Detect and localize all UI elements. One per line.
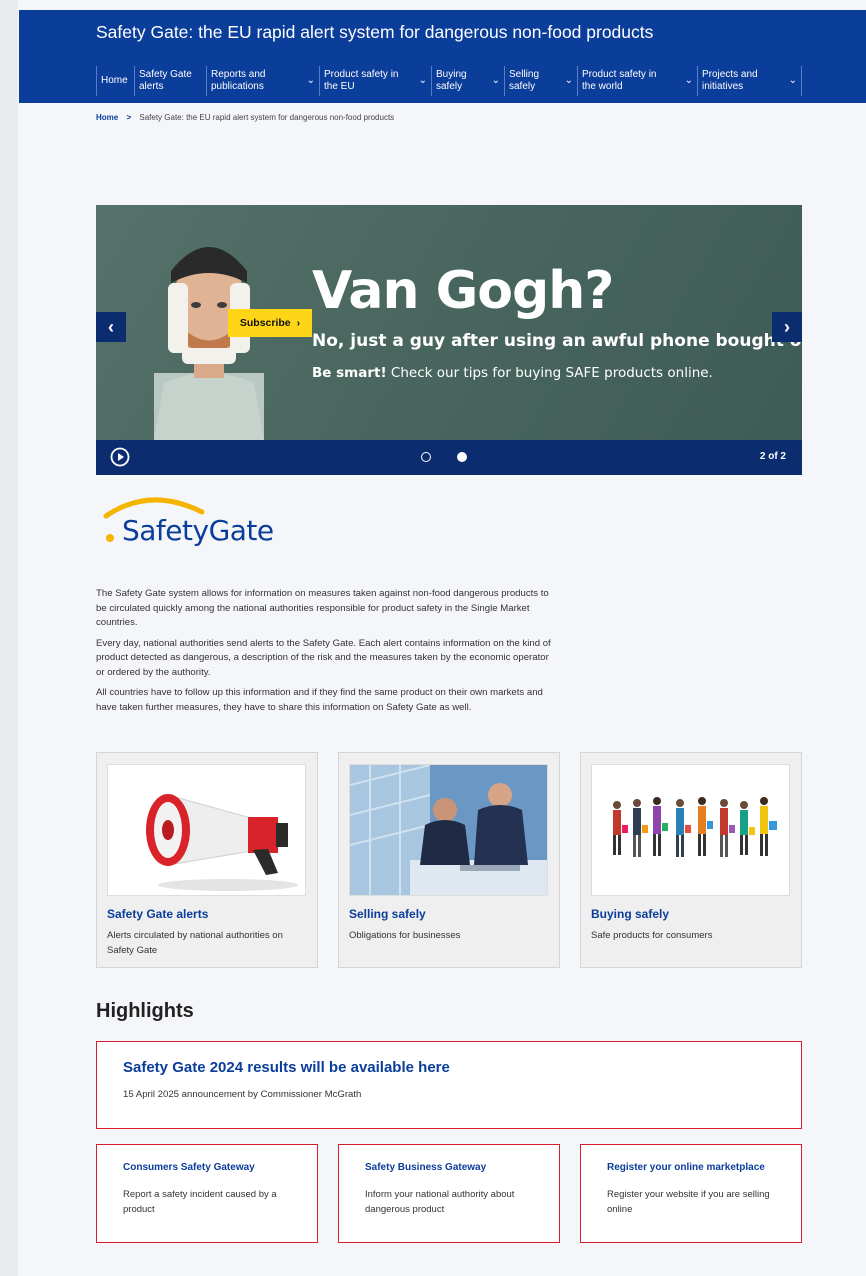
highlight-card-title[interactable]: Consumers Safety Gateway	[123, 1162, 255, 1173]
card-title[interactable]: Selling safely	[349, 907, 426, 921]
card-title[interactable]: Safety Gate alerts	[107, 907, 208, 921]
carousel-controls: 2 of 2	[96, 440, 802, 475]
nav-item-projects[interactable]: Projects and initiatives ⌄	[697, 66, 802, 96]
carousel-subline: No, just a guy after using an awful phon…	[312, 331, 802, 351]
logo-text: SafetyGate	[122, 514, 274, 547]
highlights-heading: Highlights	[96, 1000, 194, 1022]
card-description: Safe products for consumers	[591, 930, 713, 941]
highlight-card-title[interactable]: Register your online marketplace	[607, 1162, 765, 1173]
chevron-right-icon: ›	[784, 316, 790, 337]
intro-paragraph: All countries have to follow up this inf…	[96, 687, 543, 713]
highlight-card-description: Report a safety incident caused by a pro…	[123, 1189, 277, 1215]
card-title[interactable]: Buying safely	[591, 907, 669, 921]
site-header: Safety Gate: the EU rapid alert system f…	[19, 10, 866, 103]
chevron-left-icon: ‹	[108, 316, 114, 337]
carousel-headline: Van Gogh?	[312, 261, 614, 321]
chevron-down-icon: ⌄	[684, 75, 693, 86]
safety-gate-logo: SafetyGate	[100, 492, 280, 552]
nav-item-selling-safely[interactable]: Selling safely ⌄	[504, 66, 577, 96]
nav-item-safety-gate-alerts[interactable]: Safety Gate alerts	[134, 66, 206, 96]
carousel-prev-button[interactable]: ‹	[96, 312, 126, 342]
nav-item-product-safety-world[interactable]: Product safety in the world ⌄	[577, 66, 697, 96]
highlight-card-title[interactable]: Safety Business Gateway	[365, 1162, 486, 1173]
chevron-down-icon: ⌄	[788, 75, 797, 86]
chevron-right-icon: ›	[296, 317, 301, 329]
chevron-down-icon: ⌄	[418, 75, 427, 86]
carousel-counter: 2 of 2	[759, 451, 786, 462]
highlight-card-register-marketplace[interactable]: Register your online marketplace Registe…	[580, 1144, 802, 1243]
intro-paragraph: Every day, national authorities send ale…	[96, 637, 551, 678]
site-title[interactable]: Safety Gate: the EU rapid alert system f…	[96, 22, 653, 43]
chevron-down-icon: ⌄	[491, 75, 500, 86]
highlight-main-subtitle: 15 April 2025 announcement by Commission…	[123, 1089, 362, 1100]
shoppers-image	[591, 764, 790, 896]
breadcrumb: Home > Safety Gate: the EU rapid alert s…	[96, 113, 394, 122]
carousel-slide[interactable]: Van Gogh? No, just a guy after using an …	[96, 205, 802, 440]
highlight-main-title[interactable]: Safety Gate 2024 results will be availab…	[123, 1059, 450, 1076]
card-description: Obligations for businesses	[349, 930, 461, 941]
carousel-dot-2[interactable]	[457, 452, 467, 462]
main-nav: Home Safety Gate alerts Reports and publ…	[96, 66, 802, 96]
highlight-card-description: Inform your national authority about dan…	[365, 1189, 515, 1215]
nav-item-home[interactable]: Home	[96, 66, 134, 96]
chevron-right-icon: >	[126, 113, 132, 122]
highlight-card-business-gateway[interactable]: Safety Business Gateway Inform your nati…	[338, 1144, 560, 1243]
highlight-main-card[interactable]: Safety Gate 2024 results will be availab…	[96, 1041, 802, 1129]
nav-item-reports[interactable]: Reports and publications ⌄	[206, 66, 319, 96]
card-selling-safely[interactable]: Selling safely Obligations for businesse…	[338, 752, 560, 968]
megaphone-image	[107, 764, 306, 896]
breadcrumb-current: Safety Gate: the EU rapid alert system f…	[139, 113, 395, 122]
card-buying-safely[interactable]: Buying safely Safe products for consumer…	[580, 752, 802, 968]
card-description: Alerts circulated by national authoritie…	[107, 930, 283, 956]
intro-paragraph: The Safety Gate system allows for inform…	[96, 588, 549, 628]
card-safety-gate-alerts[interactable]: Safety Gate alerts Alerts circulated by …	[96, 752, 318, 968]
highlight-card-description: Register your website if you are selling…	[607, 1189, 770, 1215]
carousel-next-button[interactable]: ›	[772, 312, 802, 342]
subscribe-button[interactable]: Subscribe ›	[228, 309, 312, 337]
breadcrumb-home-link[interactable]: Home	[96, 113, 118, 122]
carousel-dots	[421, 452, 467, 462]
nav-item-product-safety-eu[interactable]: Product safety in the EU ⌄	[319, 66, 431, 96]
nav-item-buying-safely[interactable]: Buying safely ⌄	[431, 66, 504, 96]
chevron-down-icon: ⌄	[564, 75, 573, 86]
chevron-down-icon: ⌄	[306, 75, 315, 86]
highlight-card-consumers-gateway[interactable]: Consumers Safety Gateway Report a safety…	[96, 1144, 318, 1243]
hero-carousel: Van Gogh? No, just a guy after using an …	[96, 205, 802, 475]
intro-text: The Safety Gate system allows for inform…	[96, 587, 556, 721]
business-people-image	[349, 764, 548, 896]
carousel-tips: Be smart! Check our tips for buying SAFE…	[312, 365, 713, 381]
carousel-dot-1[interactable]	[421, 452, 431, 462]
play-icon[interactable]	[110, 447, 130, 467]
